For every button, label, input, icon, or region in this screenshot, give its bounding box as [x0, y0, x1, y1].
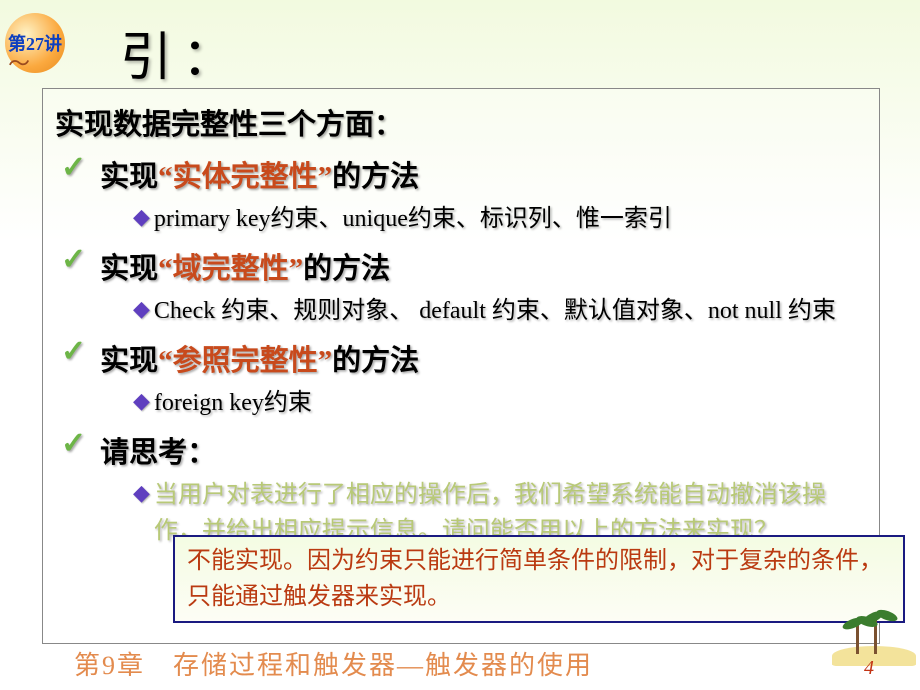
answer-text: 不能实现。因为约束只能进行简单条件的限制，对于复杂的条件，只能通过触发器来实现。: [187, 548, 883, 610]
item-text: 实现“参照完整性”的方法: [100, 337, 419, 379]
sub-item: ◆ primary key约束、unique约束、标识列、惟一索引: [133, 201, 867, 237]
footer-chapter-title: 第9章 存储过程和触发器—触发器的使用: [74, 645, 593, 682]
sub-item: ◆ foreign key约束: [133, 385, 867, 421]
slide-title: 引：: [120, 15, 244, 90]
check-icon: ✓: [61, 153, 86, 183]
diamond-icon: ◆: [133, 385, 150, 417]
main-heading: 实现数据完整性三个方面：: [55, 101, 867, 143]
answer-box: 不能实现。因为约束只能进行简单条件的限制，对于复杂的条件，只能通过触发器来实现。: [173, 535, 905, 623]
sub-text: foreign key约束: [154, 385, 312, 421]
sub-text: primary key约束、unique约束、标识列、惟一索引: [154, 201, 672, 237]
check-icon: ✓: [61, 429, 86, 459]
item-text: 请思考：: [100, 429, 216, 471]
diamond-icon: ◆: [133, 477, 150, 509]
lecture-badge: 〜 第27讲: [0, 8, 70, 78]
check-icon: ✓: [61, 245, 86, 275]
sub-item: ◆ Check 约束、规则对象、 default 约束、默认值对象、not nu…: [133, 293, 867, 329]
sub-text: Check 约束、规则对象、 default 约束、默认值对象、not null…: [154, 293, 836, 329]
list-item: ✓ 实现“实体完整性”的方法: [61, 153, 867, 195]
diamond-icon: ◆: [133, 201, 150, 233]
lecture-number: 第27讲: [8, 30, 62, 56]
list-item: ✓ 实现“域完整性”的方法: [61, 245, 867, 287]
page-number: 4: [864, 657, 874, 680]
check-icon: ✓: [61, 337, 86, 367]
list-item: ✓ 请思考：: [61, 429, 867, 471]
diamond-icon: ◆: [133, 293, 150, 325]
item-text: 实现“域完整性”的方法: [100, 245, 390, 287]
island-icon: [832, 606, 916, 666]
item-text: 实现“实体完整性”的方法: [100, 153, 419, 195]
list-item: ✓ 实现“参照完整性”的方法: [61, 337, 867, 379]
content-box: 实现数据完整性三个方面： ✓ 实现“实体完整性”的方法 ◆ primary ke…: [42, 88, 880, 644]
